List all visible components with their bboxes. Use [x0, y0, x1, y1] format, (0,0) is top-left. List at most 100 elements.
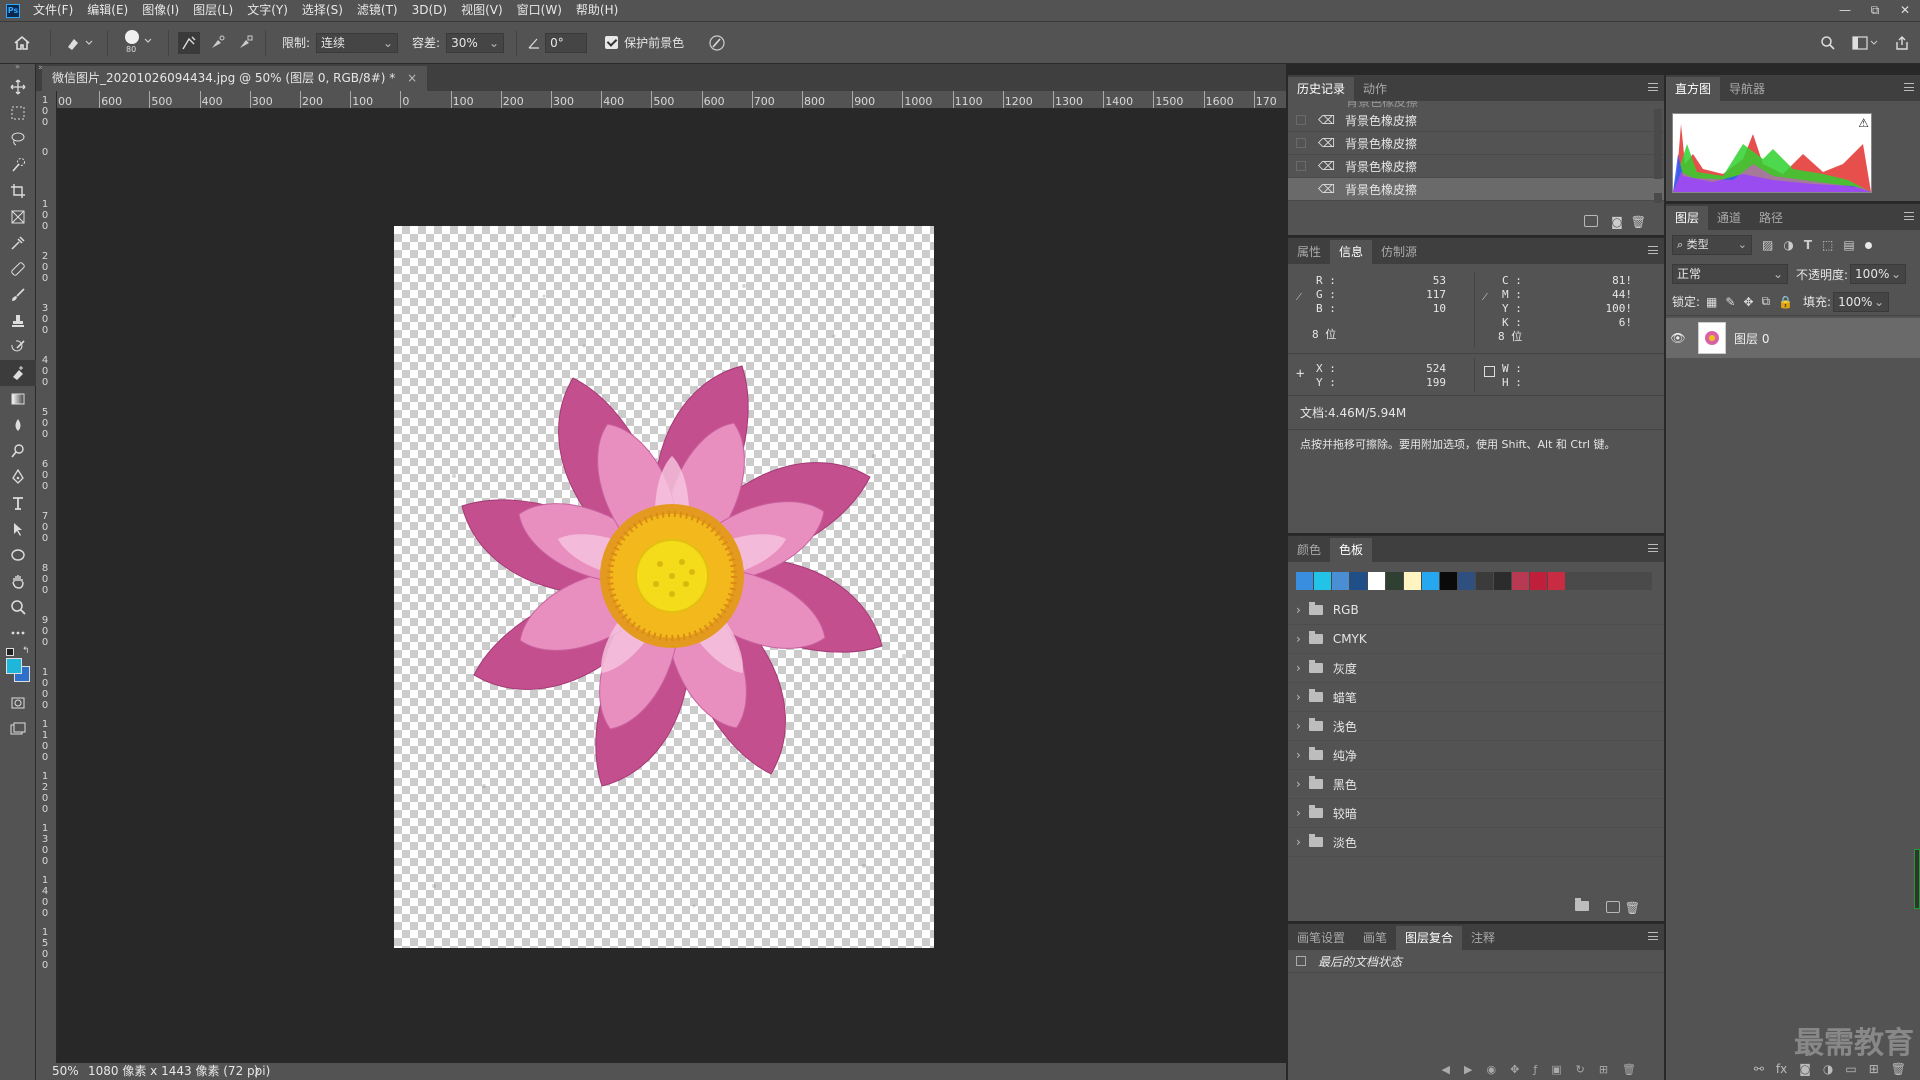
color-swatch[interactable]	[1314, 572, 1331, 590]
layer-comp-item[interactable]: 最后的文档状态	[1288, 950, 1664, 973]
history-item[interactable]: ⌫ 背景色橡皮擦	[1288, 155, 1664, 178]
new-swatch-icon[interactable]	[1605, 901, 1620, 913]
chevron-right-icon[interactable]: ›	[1296, 719, 1301, 733]
swatch-group[interactable]: › 蜡笔	[1288, 683, 1664, 712]
share-icon[interactable]	[1894, 35, 1910, 51]
quick-mask-icon[interactable]	[0, 690, 36, 716]
history-item[interactable]: ⌫ 背景色橡皮擦	[1288, 109, 1664, 132]
trash-icon[interactable]: 🗑	[1891, 1062, 1906, 1076]
eyedropper-icon[interactable]: ⁄	[1484, 290, 1486, 303]
tab-navigator[interactable]: 导航器	[1720, 77, 1774, 101]
color-swatch[interactable]	[1494, 572, 1511, 590]
trash-icon[interactable]: 🗑	[1625, 901, 1640, 915]
tool-preset-icon[interactable]	[65, 35, 93, 51]
swatch-group[interactable]: › 纯净	[1288, 741, 1664, 770]
menu-image[interactable]: 图像(I)	[135, 0, 186, 21]
panel-menu-icon[interactable]	[1648, 544, 1658, 552]
background-eraser-tool-icon[interactable]	[0, 360, 36, 386]
filter-smart-object-icon[interactable]: ▤	[1843, 238, 1854, 252]
zoom-level[interactable]: 50%	[52, 1063, 79, 1080]
document-tab[interactable]: 微信图片_20201026094434.jpg @ 50% (图层 0, RGB…	[42, 66, 428, 91]
tab-layers[interactable]: 图层	[1666, 206, 1709, 230]
swatch-group[interactable]: › 浅色	[1288, 712, 1664, 741]
foreground-color-swatch[interactable]	[6, 658, 22, 674]
color-swatch[interactable]	[1386, 572, 1403, 590]
history-item-partial[interactable]: 背景色橡皮擦	[1288, 101, 1664, 109]
marquee-tool-icon[interactable]	[0, 100, 36, 126]
swatch-group[interactable]: › 较暗	[1288, 799, 1664, 828]
lock-all-icon[interactable]: 🔒	[1778, 295, 1793, 309]
scrollbar[interactable]	[1654, 109, 1662, 203]
snapshot-checkbox[interactable]	[1296, 184, 1306, 194]
color-swatch[interactable]	[1512, 572, 1529, 590]
opacity-field[interactable]: 100% ⌄	[1850, 264, 1907, 284]
new-layer-icon[interactable]: ⊞	[1869, 1062, 1879, 1076]
filter-pixel-icon[interactable]: ▨	[1762, 238, 1773, 252]
tab-swatches[interactable]: 色板	[1330, 538, 1373, 562]
crop-tool-icon[interactable]	[0, 178, 36, 204]
new-group-icon[interactable]: ▭	[1845, 1062, 1856, 1076]
color-swatch[interactable]	[1350, 572, 1367, 590]
color-swatch[interactable]	[1440, 572, 1457, 590]
tolerance-field[interactable]: 30% ⌄	[446, 32, 505, 53]
document-image[interactable]	[394, 226, 934, 948]
eye-icon[interactable]: 👁	[1666, 331, 1690, 345]
default-colors-icon[interactable]	[6, 648, 14, 656]
tab-notes[interactable]: 注释	[1462, 926, 1504, 950]
menu-window[interactable]: 窗口(W)	[510, 0, 569, 21]
tab-brush-settings[interactable]: 画笔设置	[1288, 926, 1354, 950]
color-swatch[interactable]	[1476, 572, 1493, 590]
tab-properties[interactable]: 属性	[1288, 240, 1330, 264]
history-item-selected[interactable]: ⌫ 背景色橡皮擦	[1288, 178, 1664, 201]
color-swatch[interactable]	[1422, 572, 1439, 590]
frame-tool-icon[interactable]	[0, 204, 36, 230]
ellipse-tool-icon[interactable]	[0, 542, 36, 568]
snapshot-checkbox[interactable]	[1296, 115, 1306, 125]
panel-menu-icon[interactable]	[1648, 83, 1658, 91]
collapse-arrows-icon[interactable]: »	[0, 63, 35, 74]
move-tool-icon[interactable]	[0, 74, 36, 100]
photoshop-logo-icon[interactable]: Ps	[6, 3, 20, 18]
more-tools-icon[interactable]	[0, 620, 36, 646]
swatch-group[interactable]: › 淡色	[1288, 828, 1664, 857]
menu-filter[interactable]: 滤镜(T)	[350, 0, 405, 21]
swatch-group[interactable]: › RGB	[1288, 596, 1664, 625]
close-tab-icon[interactable]: ×	[407, 71, 417, 85]
eyedropper-tool-icon[interactable]	[0, 230, 36, 256]
screen-mode-icon[interactable]	[0, 716, 36, 742]
adjustment-layer-icon[interactable]: ◑	[1823, 1062, 1833, 1076]
next-icon[interactable]: ▶	[1464, 1063, 1472, 1076]
filter-shape-icon[interactable]: ⬚	[1822, 238, 1833, 252]
pen-tool-icon[interactable]	[0, 464, 36, 490]
chevron-right-icon[interactable]: ›	[1296, 690, 1301, 704]
history-item[interactable]: ⌫ 背景色橡皮擦	[1288, 132, 1664, 155]
menu-type[interactable]: 文字(Y)	[240, 0, 295, 21]
link-layers-icon[interactable]: ⚯	[1754, 1062, 1764, 1076]
menu-view[interactable]: 视图(V)	[454, 0, 510, 21]
visibility-comp-icon[interactable]: ◉	[1486, 1063, 1496, 1076]
color-swatch[interactable]	[1530, 572, 1547, 590]
color-swatch[interactable]	[1296, 572, 1313, 590]
swatch-group[interactable]: › 灰度	[1288, 654, 1664, 683]
lock-image-icon[interactable]: ✎	[1725, 295, 1735, 309]
clone-stamp-tool-icon[interactable]	[0, 308, 36, 334]
panel-menu-icon[interactable]	[1904, 212, 1914, 220]
horizontal-ruler[interactable]: 7006005004003002001000100200300400500600…	[57, 91, 1286, 109]
brush-tool-icon[interactable]	[0, 282, 36, 308]
tab-history[interactable]: 历史记录	[1288, 77, 1355, 101]
layer-mask-icon[interactable]: ◙	[1799, 1062, 1811, 1076]
chevron-right-icon[interactable]: ›	[1296, 632, 1301, 646]
color-swatch[interactable]	[1368, 572, 1385, 590]
lock-transparency-icon[interactable]: ▦	[1706, 295, 1717, 309]
fx-comp-icon[interactable]: ƒ	[1533, 1063, 1537, 1076]
tab-layer-comps[interactable]: 图层复合	[1396, 926, 1463, 950]
layer-style-icon[interactable]: fx	[1776, 1062, 1787, 1076]
blend-mode-dropdown[interactable]: 正常 ⌄	[1672, 264, 1788, 284]
snapshot-checkbox[interactable]	[1296, 161, 1306, 171]
history-brush-tool-icon[interactable]	[0, 334, 36, 360]
home-icon[interactable]	[0, 35, 44, 51]
camera-icon[interactable]: ◙	[1611, 215, 1623, 229]
menu-file[interactable]: 文件(F)	[26, 0, 80, 21]
tab-brushes[interactable]: 画笔	[1354, 926, 1396, 950]
layer-filter-dropdown[interactable]: ⌕ 类型 ⌄	[1672, 235, 1752, 255]
